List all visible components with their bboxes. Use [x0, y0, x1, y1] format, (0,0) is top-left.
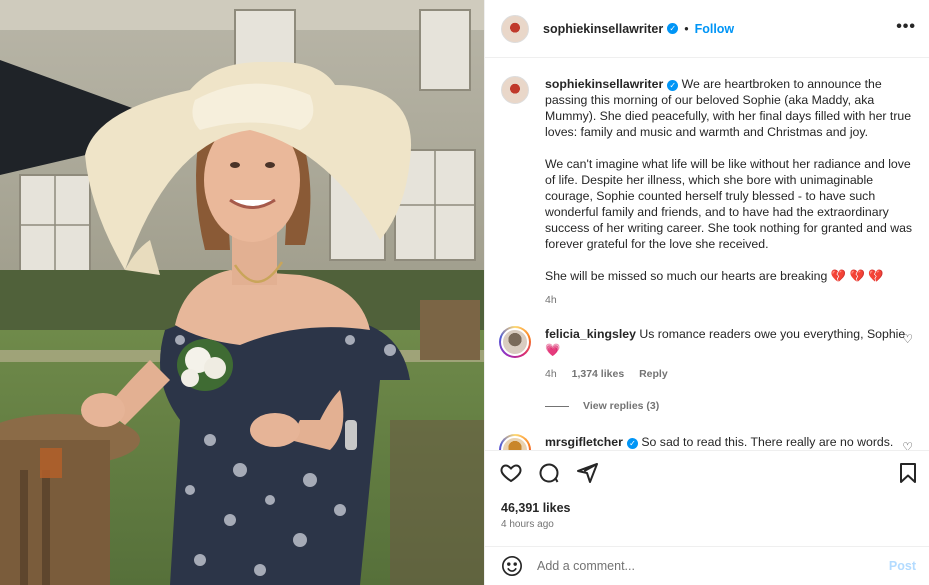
comment-time[interactable]: 4h	[545, 368, 557, 380]
more-horizontal-icon[interactable]: •••	[896, 18, 916, 36]
comment-text: Us romance readers owe you everything, S…	[639, 327, 906, 341]
broken-heart-emoji: 💔 💔 💔	[830, 269, 884, 283]
caption-paragraph-3: She will be missed so much our hearts ar…	[545, 268, 921, 284]
post-comment-button[interactable]: Post	[889, 559, 916, 573]
action-icons	[499, 461, 599, 485]
caption-author[interactable]: sophiekinsellawriter	[545, 77, 663, 91]
comment-meta: 4h 1,374 likes Reply	[545, 366, 921, 382]
like-comment-heart-icon[interactable]: ♡	[902, 440, 913, 450]
comment-item: felicia_kingsley Us romance readers owe …	[499, 326, 921, 382]
author-avatar[interactable]	[501, 14, 529, 43]
post-sidebar: sophiekinsellawriter ✓ • Follow ••• soph…	[484, 0, 929, 585]
action-bar: 46,391 likes 4 hours ago	[485, 450, 929, 546]
like-heart-icon[interactable]	[499, 461, 523, 485]
likes-count[interactable]: 46,391 likes	[501, 501, 571, 515]
comment-likes[interactable]: 1,374 likes	[572, 368, 625, 380]
view-replies-button[interactable]: View replies (3)	[545, 400, 659, 412]
comment-author[interactable]: mrsgifletcher	[545, 435, 623, 449]
comment-composer: Post	[485, 546, 929, 585]
share-send-icon[interactable]	[575, 461, 599, 485]
commenter-avatar[interactable]	[499, 434, 531, 450]
view-replies-line	[545, 405, 569, 407]
verified-badge-icon: ✓	[667, 80, 679, 91]
comment-text: So sad to read this. There really are no…	[641, 435, 894, 449]
caption-avatar[interactable]	[501, 76, 529, 104]
comment-input[interactable]	[537, 559, 867, 573]
caption: sophiekinsellawriter ✓ We are heartbroken…	[501, 76, 921, 308]
post-photo[interactable]	[0, 0, 484, 585]
comment-author[interactable]: felicia_kingsley	[545, 327, 636, 341]
caption-time[interactable]: 4h	[545, 294, 557, 306]
heart-emoji: 💗	[545, 343, 561, 357]
comments-list[interactable]: sophiekinsellawriter ✓ We are heartbroken…	[485, 58, 929, 450]
comment-bubble-icon[interactable]	[537, 461, 561, 485]
separator-dot: •	[684, 21, 689, 36]
post-header: sophiekinsellawriter ✓ • Follow •••	[485, 0, 929, 58]
post-time[interactable]: 4 hours ago	[501, 519, 554, 530]
author-username[interactable]: sophiekinsellawriter	[543, 22, 663, 36]
follow-button[interactable]: Follow	[695, 22, 735, 36]
commenter-avatar[interactable]	[499, 326, 531, 358]
comment-item: mrsgifletcher ✓ So sad to read this. Ther…	[499, 434, 921, 450]
verified-badge-icon: ✓	[626, 438, 638, 449]
like-comment-heart-icon[interactable]: ♡	[902, 332, 913, 346]
comment-body: felicia_kingsley Us romance readers owe …	[545, 326, 921, 382]
caption-closing-text: She will be missed so much our hearts ar…	[545, 269, 828, 283]
photo-illustration	[0, 0, 484, 585]
caption-paragraph-2: We can't imagine what life will be like …	[545, 157, 913, 251]
view-replies-label[interactable]: View replies (3)	[583, 400, 659, 412]
bookmark-icon[interactable]	[896, 461, 920, 485]
instagram-post-view: sophiekinsellawriter ✓ • Follow ••• soph…	[0, 0, 929, 585]
comment-body: mrsgifletcher ✓ So sad to read this. Ther…	[545, 434, 921, 450]
emoji-smiley-icon[interactable]	[501, 555, 523, 577]
caption-meta: 4h	[545, 292, 921, 308]
reply-button[interactable]: Reply	[639, 368, 668, 380]
caption-body: sophiekinsellawriter ✓ We are heartbroken…	[545, 76, 921, 308]
verified-badge-icon: ✓	[667, 23, 679, 34]
